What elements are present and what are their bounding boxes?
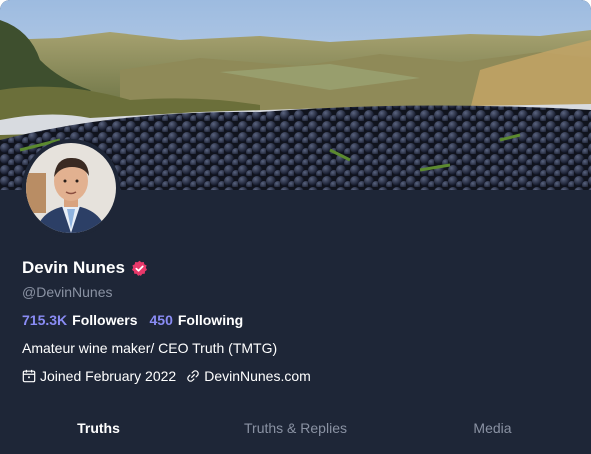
joined-text: Joined February 2022 bbox=[40, 368, 177, 384]
tab-truths-and-replies[interactable]: Truths & Replies bbox=[197, 408, 394, 448]
calendar-icon bbox=[22, 369, 36, 383]
profile-tabs: Truths Truths & Replies Media bbox=[0, 408, 591, 448]
following-link[interactable]: 450 Following bbox=[150, 312, 244, 328]
tab-media[interactable]: Media bbox=[394, 408, 591, 448]
followers-count: 715.3K bbox=[22, 312, 68, 328]
avatar[interactable] bbox=[22, 139, 120, 237]
verified-badge-icon bbox=[131, 260, 148, 277]
website[interactable]: DevinNunes.com bbox=[186, 368, 311, 384]
tab-truths[interactable]: Truths bbox=[0, 408, 197, 448]
following-count: 450 bbox=[149, 312, 173, 328]
following-label: Following bbox=[177, 312, 244, 328]
joined-date: Joined February 2022 bbox=[22, 368, 176, 384]
link-icon bbox=[186, 369, 200, 383]
display-name: Devin Nunes bbox=[22, 258, 125, 277]
website-link[interactable]: DevinNunes.com bbox=[204, 368, 311, 384]
username-handle: @DevinNunes bbox=[22, 284, 113, 300]
followers-link[interactable]: 715.3K Followers bbox=[22, 312, 138, 328]
followers-label: Followers bbox=[72, 312, 138, 328]
profile-bio: Amateur wine maker/ CEO Truth (TMTG) bbox=[22, 340, 278, 356]
display-name-row: Devin Nunes bbox=[22, 258, 148, 278]
profile-meta: Joined February 2022 DevinNunes.com bbox=[22, 368, 311, 384]
follow-stats: 715.3K Followers 450 Following bbox=[22, 312, 243, 328]
profile-page: Devin Nunes @DevinNunes 715.3K Followers… bbox=[0, 0, 591, 454]
